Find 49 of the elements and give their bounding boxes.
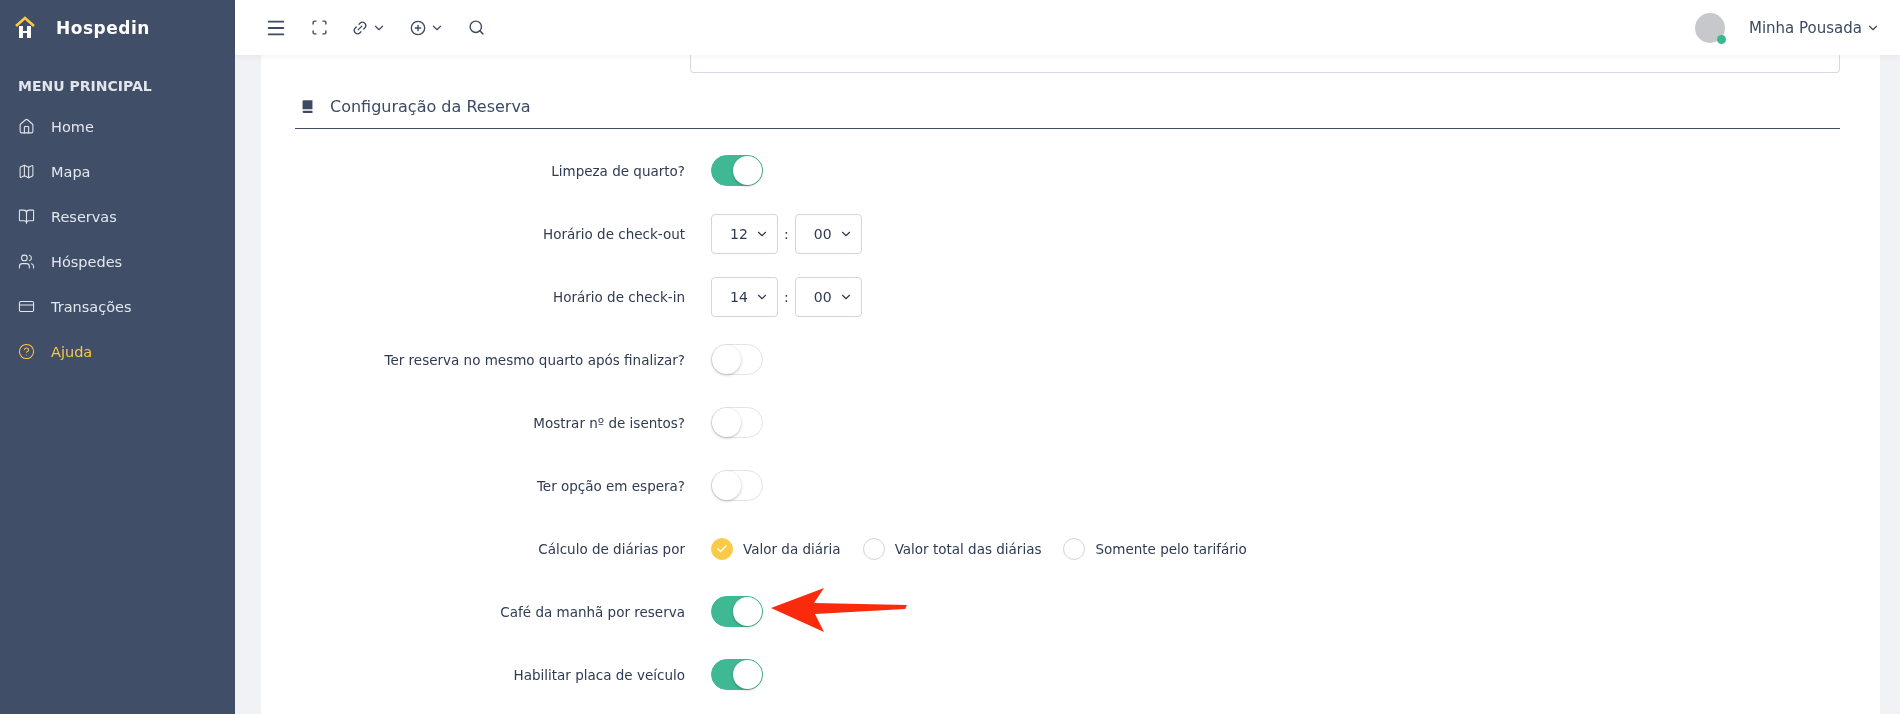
field-label: Mostrar nº de isentos? — [532, 414, 685, 431]
minute-select[interactable]: 00 — [794, 213, 862, 254]
book-icon — [299, 98, 316, 115]
toggle-switch[interactable] — [711, 659, 763, 690]
radio-label: Valor total das diárias — [894, 540, 1042, 557]
section-title: Configuração da Reserva — [330, 97, 531, 116]
link-icon[interactable] — [352, 19, 386, 36]
user-menu[interactable]: Minha Pousada — [1749, 18, 1880, 37]
field-label: Habilitar placa de veículo — [512, 666, 685, 683]
field-label: Horário de check-in — [552, 288, 685, 305]
map-icon — [18, 163, 35, 180]
toggle-switch[interactable] — [711, 596, 763, 627]
plus-circle-icon[interactable] — [410, 19, 444, 36]
avatar[interactable] — [1695, 12, 1725, 43]
users-icon — [18, 253, 35, 270]
sidebar-item[interactable]: Transações — [0, 284, 235, 329]
field-label: Limpeza de quarto? — [550, 162, 685, 179]
input-field[interactable] — [690, 55, 1840, 73]
minute-select[interactable]: 00 — [794, 276, 862, 317]
sidebar-item[interactable]: Hóspedes — [0, 239, 235, 284]
field-label: Ter opção em espera? — [535, 477, 685, 494]
field-label: Cálculo de diárias por — [537, 540, 685, 557]
house-logo-icon — [14, 16, 36, 40]
field-label: Horário de check-out — [542, 225, 685, 242]
help-icon — [18, 343, 35, 360]
sidebar-item[interactable]: Ajuda — [0, 329, 235, 374]
radio-button[interactable] — [1063, 537, 1086, 560]
menu-heading: MENU PRINCIPAL — [18, 78, 153, 94]
field-label: Café da manhã por reserva — [499, 603, 685, 620]
fullscreen-icon[interactable] — [311, 19, 328, 36]
card-icon — [18, 298, 35, 315]
sidebar-item[interactable]: Mapa — [0, 149, 235, 194]
radio-button[interactable] — [862, 537, 885, 560]
toggle-switch[interactable] — [711, 155, 763, 186]
time-separator: : — [784, 288, 789, 305]
search-icon[interactable] — [468, 19, 485, 36]
time-separator: : — [784, 225, 789, 242]
hour-select[interactable]: 12 — [711, 213, 778, 254]
home-icon — [18, 118, 35, 135]
radio-button[interactable] — [711, 537, 733, 560]
book-icon — [18, 208, 35, 225]
check-icon — [716, 542, 728, 555]
field-label: Ter reserva no mesmo quarto após finalizar? — [383, 351, 685, 368]
sidebar-item[interactable]: Reservas — [0, 194, 235, 239]
radio-label: Somente pelo tarifário — [1095, 540, 1247, 557]
radio-label: Valor da diária — [743, 540, 841, 557]
brand-name: Hospedin — [56, 18, 150, 38]
sidebar-item[interactable]: Home — [0, 104, 235, 149]
hour-select[interactable]: 14 — [711, 276, 778, 317]
